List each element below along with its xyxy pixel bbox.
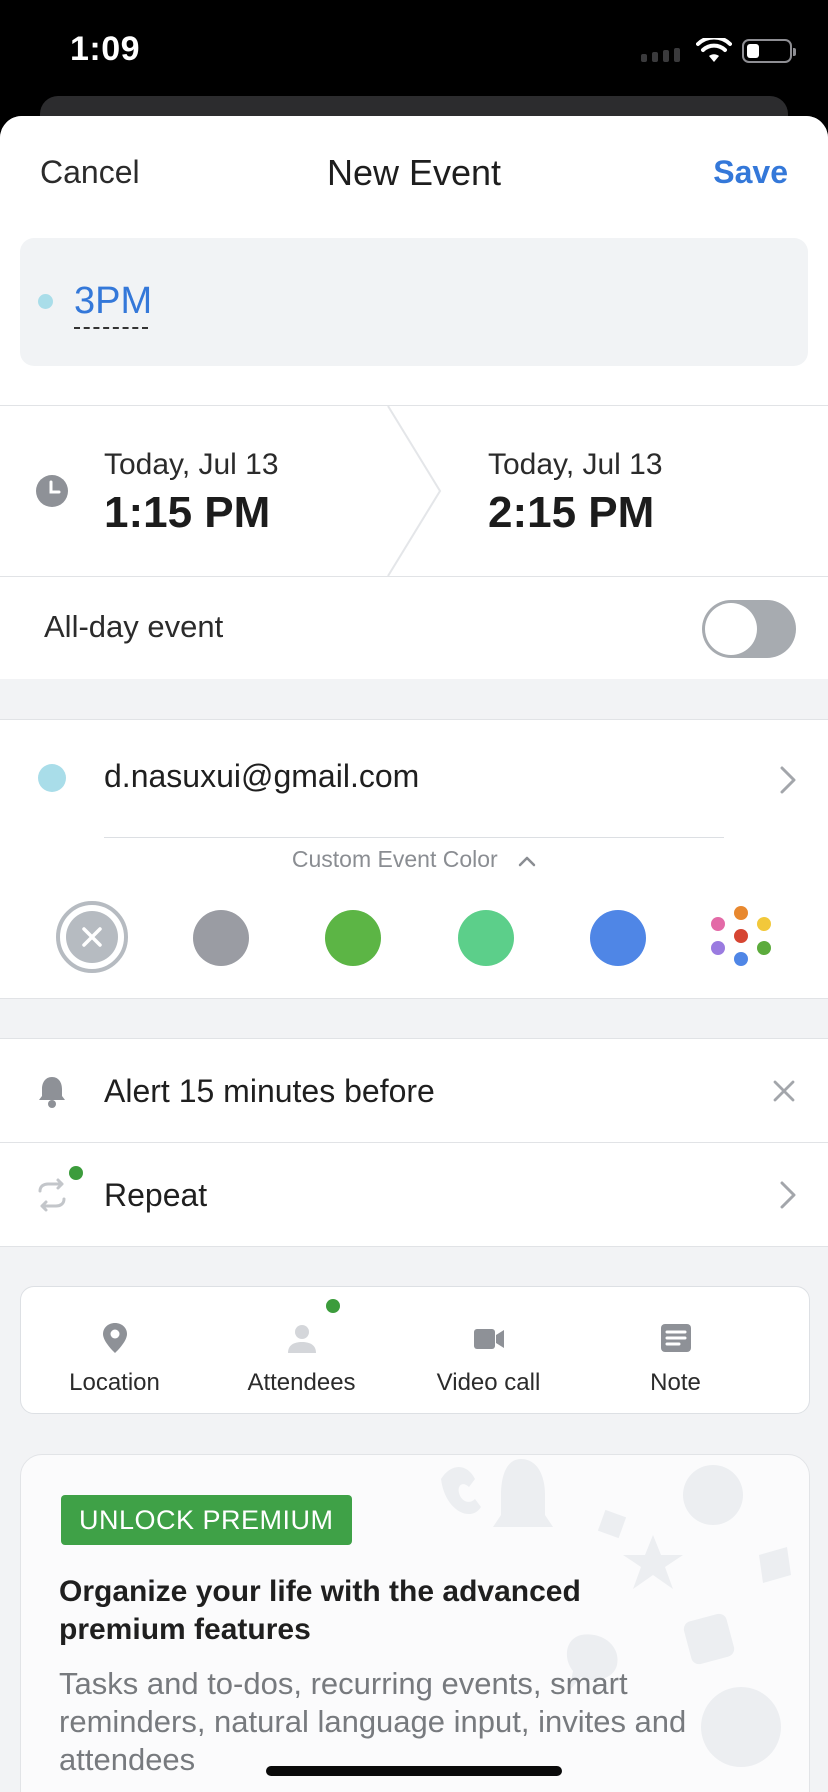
color-palette-icon[interactable] (706, 902, 776, 972)
cellular-signal-icon (641, 40, 680, 62)
arrow-separator-icon (387, 406, 442, 576)
event-title-text[interactable]: 3PM (74, 280, 152, 323)
chevron-right-icon[interactable] (780, 766, 796, 794)
calendar-color-dot (38, 764, 66, 792)
divider (0, 1246, 828, 1247)
all-day-toggle[interactable] (702, 600, 796, 658)
event-title-field[interactable]: 3PM (20, 238, 808, 366)
all-day-label: All-day event (44, 609, 224, 644)
end-time: 2:15 PM (488, 488, 655, 537)
repeat-label: Repeat (104, 1177, 208, 1213)
video-camera-icon (474, 1329, 504, 1349)
save-button[interactable]: Save (713, 154, 788, 191)
person-icon (288, 1325, 316, 1353)
unlock-premium-badge[interactable]: UNLOCK PREMIUM (61, 1495, 352, 1545)
start-datetime[interactable]: Today, Jul 13 1:15 PM (104, 448, 279, 538)
end-date: Today, Jul 13 (488, 448, 663, 481)
video-call-option[interactable]: Video call (395, 1287, 582, 1413)
location-pin-icon (103, 1323, 127, 1353)
battery-icon (742, 39, 796, 63)
color-swatch-blue[interactable] (590, 910, 646, 966)
divider (0, 998, 828, 999)
attendees-label: Attendees (247, 1369, 356, 1396)
status-bar: 1:09 (0, 0, 828, 100)
end-datetime[interactable]: Today, Jul 13 2:15 PM (488, 448, 663, 538)
calendar-account-block: d.nasuxui@gmail.com Custom Event Color (0, 720, 828, 998)
date-time-row: Today, Jul 13 1:15 PM Today, Jul 13 2:15… (0, 406, 828, 576)
status-time: 1:09 (70, 30, 141, 68)
premium-description: Tasks and to-dos, recurring events, smar… (59, 1666, 687, 1777)
close-icon (82, 927, 102, 947)
event-options-card: Location Attendees Video call Note (20, 1286, 810, 1414)
divider (104, 837, 724, 838)
new-feature-dot (326, 1299, 340, 1313)
bell-icon (39, 1077, 65, 1108)
smart-parse-underline (74, 327, 148, 329)
start-time: 1:15 PM (104, 488, 271, 537)
premium-headline: Organize your life with the advanced pre… (59, 1575, 581, 1646)
alert-row[interactable]: Alert 15 minutes before (0, 1039, 828, 1142)
video-call-label: Video call (436, 1369, 541, 1396)
calendar-color-dot (38, 294, 53, 309)
nav-bar: Cancel New Event Save 3PM (0, 116, 828, 406)
custom-event-color-toggle[interactable]: Custom Event Color (0, 846, 828, 873)
repeat-icon (38, 1178, 66, 1212)
alert-label: Alert 15 minutes before (104, 1073, 435, 1109)
chevron-up-icon (518, 856, 536, 867)
repeat-row[interactable]: Repeat (0, 1143, 828, 1246)
clock-icon (36, 475, 68, 507)
premium-promo-card[interactable]: UNLOCK PREMIUM Organize your life with t… (20, 1454, 810, 1792)
chevron-right-icon (780, 1181, 796, 1209)
color-swatch-mint[interactable] (458, 910, 514, 966)
note-option[interactable]: Note (582, 1287, 769, 1413)
page-title: New Event (326, 152, 502, 193)
color-none-swatch[interactable] (56, 901, 128, 973)
note-label: Note (650, 1369, 701, 1396)
note-icon (661, 1324, 691, 1352)
location-label: Location (69, 1369, 160, 1396)
color-swatch-green[interactable] (325, 910, 381, 966)
calendar-account[interactable]: d.nasuxui@gmail.com (104, 758, 419, 795)
remove-alert-icon[interactable] (772, 1079, 796, 1103)
status-icons (641, 36, 796, 66)
wifi-icon (696, 38, 732, 62)
new-feature-dot (69, 1166, 83, 1180)
location-option[interactable]: Location (21, 1287, 208, 1413)
attendees-option[interactable]: Attendees (208, 1287, 395, 1413)
home-indicator[interactable] (266, 1766, 562, 1776)
all-day-row: All-day event (0, 577, 828, 679)
color-swatch-gray[interactable] (193, 910, 249, 966)
start-date: Today, Jul 13 (104, 448, 279, 481)
custom-event-color-label: Custom Event Color (291, 846, 498, 872)
new-event-sheet: Cancel New Event Save 3PM Today, Jul 13 … (0, 116, 828, 1792)
toggle-knob (705, 603, 757, 655)
